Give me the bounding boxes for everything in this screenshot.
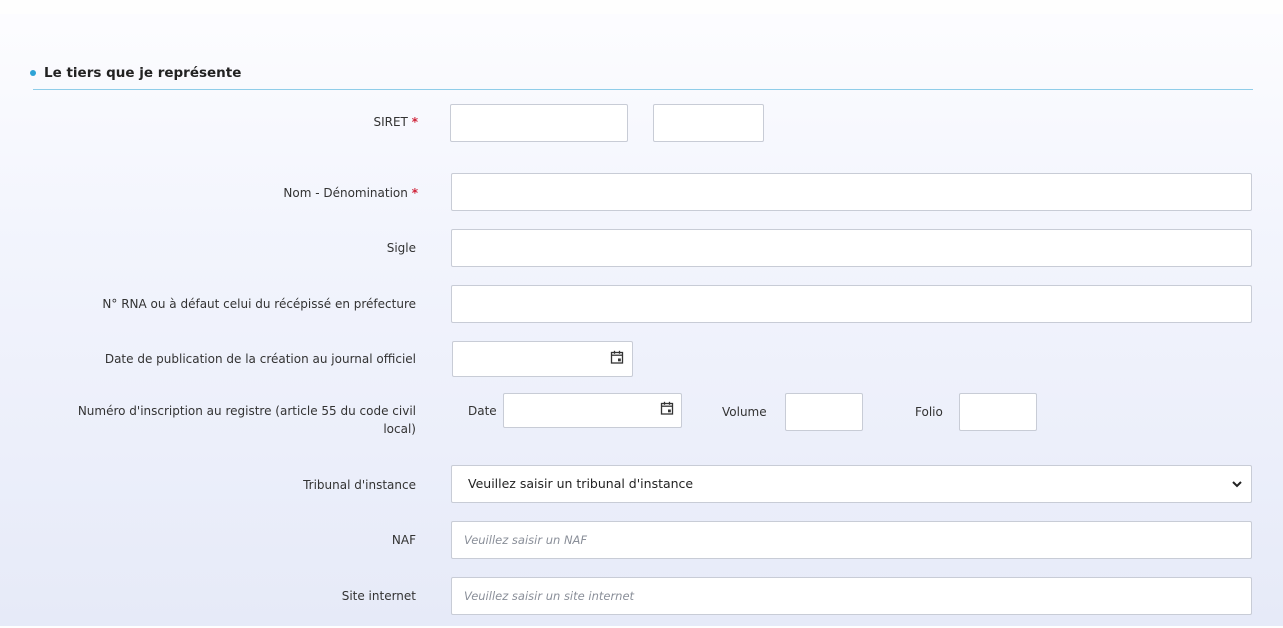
top-band [0,0,1283,14]
registre-date-input[interactable] [503,393,682,428]
registre-volume-label: Volume [722,405,767,419]
rna-input[interactable] [451,285,1252,323]
section-divider [33,89,1253,90]
naf-input[interactable]: Veuillez saisir un NAF [451,521,1252,559]
registre-folio-label: Folio [915,405,943,419]
date-publication-label: Date de publication de la création au jo… [104,352,416,366]
siret-input-part2[interactable] [653,104,764,142]
nom-input[interactable] [451,173,1252,211]
nom-label-text: Nom - Dénomination [283,186,408,200]
registre-folio-input[interactable] [959,393,1037,431]
siret-required-mark: * [411,115,418,129]
registre-label-line1: Numéro d'inscription au registre (articl… [77,404,416,418]
tribunal-select[interactable]: Veuillez saisir un tribunal d'instance [451,465,1252,503]
sigle-label: Sigle [386,241,416,255]
registre-label: Numéro d'inscription au registre (articl… [10,402,416,438]
section-title: Le tiers que je représente [44,65,242,81]
site-placeholder: Veuillez saisir un site internet [464,589,635,603]
tribunal-label: Tribunal d'instance [303,478,416,492]
rna-label: N° RNA ou à défaut celui du récépissé en… [102,297,416,311]
site-input[interactable]: Veuillez saisir un site internet [451,577,1252,615]
section-bullet [30,70,36,76]
calendar-icon[interactable] [610,350,624,364]
naf-label: NAF [391,533,416,547]
registre-date-label: Date [468,404,497,418]
siret-label-text: SIRET [373,115,408,129]
chevron-down-icon [1232,481,1242,488]
nom-required-mark: * [411,186,418,200]
tribunal-selected-value: Veuillez saisir un tribunal d'instance [468,476,694,491]
nom-label: Nom - Dénomination * [200,184,418,202]
registre-volume-input[interactable] [785,393,863,431]
sigle-input[interactable] [451,229,1252,267]
calendar-icon[interactable] [660,401,674,415]
registre-label-line2: local) [383,422,416,436]
siret-label: SIRET * [340,113,418,131]
naf-placeholder: Veuillez saisir un NAF [464,533,588,547]
siret-input-part1[interactable] [450,104,628,142]
site-label: Site internet [341,589,416,603]
date-publication-input[interactable] [452,341,633,377]
